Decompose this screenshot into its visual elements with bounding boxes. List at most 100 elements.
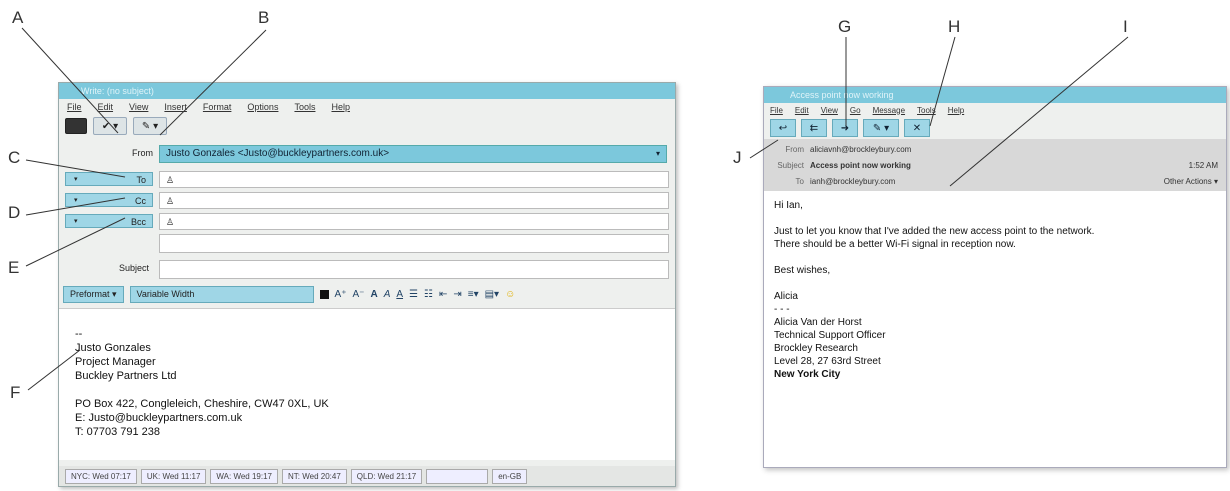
reader-body: Hi Ian, Just to let you know that I've a… xyxy=(764,191,1226,381)
other-actions-label: Other Actions xyxy=(1163,177,1212,186)
delete-icon: ✕ xyxy=(912,122,922,134)
reply-icon: ↩ xyxy=(778,122,788,134)
from-row: From Justo Gonzales <Justo@buckleypartne… xyxy=(59,145,675,163)
menu-message[interactable]: Message xyxy=(873,106,905,115)
body-line: Alicia Van der Horst xyxy=(774,317,862,328)
subject-value: Access point now working xyxy=(810,161,911,170)
delete-button[interactable]: ✕ xyxy=(904,119,930,137)
italic-icon[interactable]: A xyxy=(384,289,391,300)
signature-line xyxy=(75,383,659,397)
menu-insert[interactable]: Insert xyxy=(164,102,187,112)
body-line: Hi Ian, xyxy=(774,200,803,211)
person-icon: ♙ xyxy=(166,217,175,227)
underline-icon[interactable]: A xyxy=(396,289,403,300)
menu-edit[interactable]: Edit xyxy=(98,102,114,112)
clock-uk: UK: Wed 11:17 xyxy=(140,468,207,484)
to-label: To xyxy=(795,177,804,186)
signature-line: Justo Gonzales xyxy=(75,342,151,354)
font-larger-icon[interactable]: A⁺ xyxy=(335,289,347,300)
clock-wa: WA: Wed 19:17 xyxy=(210,468,278,484)
indent-icon[interactable]: ⇥ xyxy=(453,289,461,300)
smiley-icon[interactable]: ☺ xyxy=(505,289,515,300)
body-line: New York City xyxy=(774,369,841,380)
send-button[interactable] xyxy=(65,118,87,134)
chevron-down-icon: ▾ xyxy=(655,149,660,158)
forward-button[interactable]: ➜ xyxy=(832,119,858,137)
callout-i: I xyxy=(1123,17,1128,36)
subject-input[interactable] xyxy=(159,260,669,279)
cc-field[interactable]: ♙ xyxy=(159,192,669,209)
bold-icon[interactable]: A xyxy=(370,289,377,300)
chevron-down-icon: ▾ xyxy=(74,176,78,183)
menu-view[interactable]: View xyxy=(821,106,838,115)
compose-titlebar: Write: (no subject) xyxy=(59,83,675,99)
bcc-button[interactable]: ▾ Bcc xyxy=(65,214,153,228)
font-select[interactable]: Variable Width xyxy=(129,285,314,303)
bcc-field[interactable]: ♙ xyxy=(159,213,669,230)
reply-button[interactable]: ↩ xyxy=(770,119,796,137)
menu-format[interactable]: Format xyxy=(203,102,232,112)
body-line: There should be a better Wi-Fi signal in… xyxy=(774,239,1016,250)
compose-window: Write: (no subject) File Edit View Inser… xyxy=(58,82,676,487)
menu-tools[interactable]: Tools xyxy=(917,106,936,115)
message-header: From aliciavnh@brockleybury.com Subject … xyxy=(764,139,1226,191)
body-line: Level 28, 27 63rd Street xyxy=(774,356,881,367)
other-actions-button[interactable]: Other Actions ▾ xyxy=(1164,177,1218,186)
font-smaller-icon[interactable]: A⁻ xyxy=(353,289,365,300)
menu-options[interactable]: Options xyxy=(247,102,278,112)
to-value[interactable]: ianh@brockleybury.com xyxy=(810,177,895,186)
menu-file[interactable]: File xyxy=(770,106,783,115)
align-icon[interactable]: ≡▾ xyxy=(468,289,479,300)
subject-label: Subject xyxy=(777,161,804,170)
paragraph-format-value: Preformat xyxy=(70,288,110,299)
address-blank-row[interactable] xyxy=(159,234,669,253)
callout-a: A xyxy=(12,8,24,27)
body-line xyxy=(774,212,1218,225)
menu-edit[interactable]: Edit xyxy=(795,106,809,115)
insert-icon[interactable]: ▤▾ xyxy=(485,289,499,300)
from-value[interactable]: aliciavnh@brockleybury.com xyxy=(810,145,911,154)
paperclip-icon: ✎ ▾ xyxy=(141,120,159,132)
menu-go[interactable]: Go xyxy=(850,106,861,115)
outdent-icon[interactable]: ⇤ xyxy=(439,289,447,300)
callout-j: J xyxy=(733,148,742,167)
reader-menubar: File Edit View Go Message Tools Help xyxy=(764,103,1226,117)
signature-line: Buckley Partners Ltd xyxy=(75,370,177,382)
menu-file[interactable]: File xyxy=(67,102,82,112)
reply-all-button[interactable]: ⇇ xyxy=(801,119,827,137)
cc-label: Cc xyxy=(135,196,146,206)
tag-button[interactable]: ✎ ▾ xyxy=(863,119,899,137)
chevron-down-icon: ▾ xyxy=(74,197,78,204)
from-select[interactable]: Justo Gonzales <Justo@buckleypartners.co… xyxy=(159,145,667,163)
callout-f: F xyxy=(10,383,21,402)
spelling-button[interactable]: ✔ ▾ xyxy=(93,117,127,135)
callout-c: C xyxy=(8,148,21,167)
text-color-icon[interactable] xyxy=(319,289,329,299)
numbered-list-icon[interactable]: ☷ xyxy=(424,289,433,300)
forward-icon: ➜ xyxy=(840,122,850,134)
person-icon: ♙ xyxy=(166,175,175,185)
menu-view[interactable]: View xyxy=(129,102,148,112)
subject-label: Subject xyxy=(118,263,149,273)
from-label: From xyxy=(785,145,804,154)
to-field[interactable]: ♙ xyxy=(159,171,669,188)
bullet-list-icon[interactable]: ☰ xyxy=(409,289,418,300)
to-button[interactable]: ▾ To xyxy=(65,172,153,186)
signature-line: PO Box 422, Congleleich, Cheshire, CW47 … xyxy=(75,398,329,410)
message-body[interactable]: -- Justo Gonzales Project Manager Buckle… xyxy=(59,308,675,460)
cc-button[interactable]: ▾ Cc xyxy=(65,193,153,207)
check-icon: ✔ ▾ xyxy=(101,120,119,132)
body-line: Best wishes, xyxy=(774,265,831,276)
menu-tools[interactable]: Tools xyxy=(294,102,315,112)
compose-menubar: File Edit View Insert Format Options Too… xyxy=(59,99,675,115)
menu-help[interactable]: Help xyxy=(948,106,964,115)
language-indicator[interactable]: en-GB xyxy=(492,468,528,484)
reader-titlebar: Access point now working xyxy=(764,87,1226,103)
attach-button[interactable]: ✎ ▾ xyxy=(133,117,167,135)
callout-e: E xyxy=(8,258,20,277)
format-toolbar: Preformat ▾ Variable Width A⁺ A⁻ A A A ☰… xyxy=(59,283,675,305)
menu-help[interactable]: Help xyxy=(331,102,350,112)
person-icon: ♙ xyxy=(166,196,175,206)
paragraph-format-select[interactable]: Preformat ▾ xyxy=(63,285,124,303)
signature-line: T: 07703 791 238 xyxy=(75,426,161,438)
